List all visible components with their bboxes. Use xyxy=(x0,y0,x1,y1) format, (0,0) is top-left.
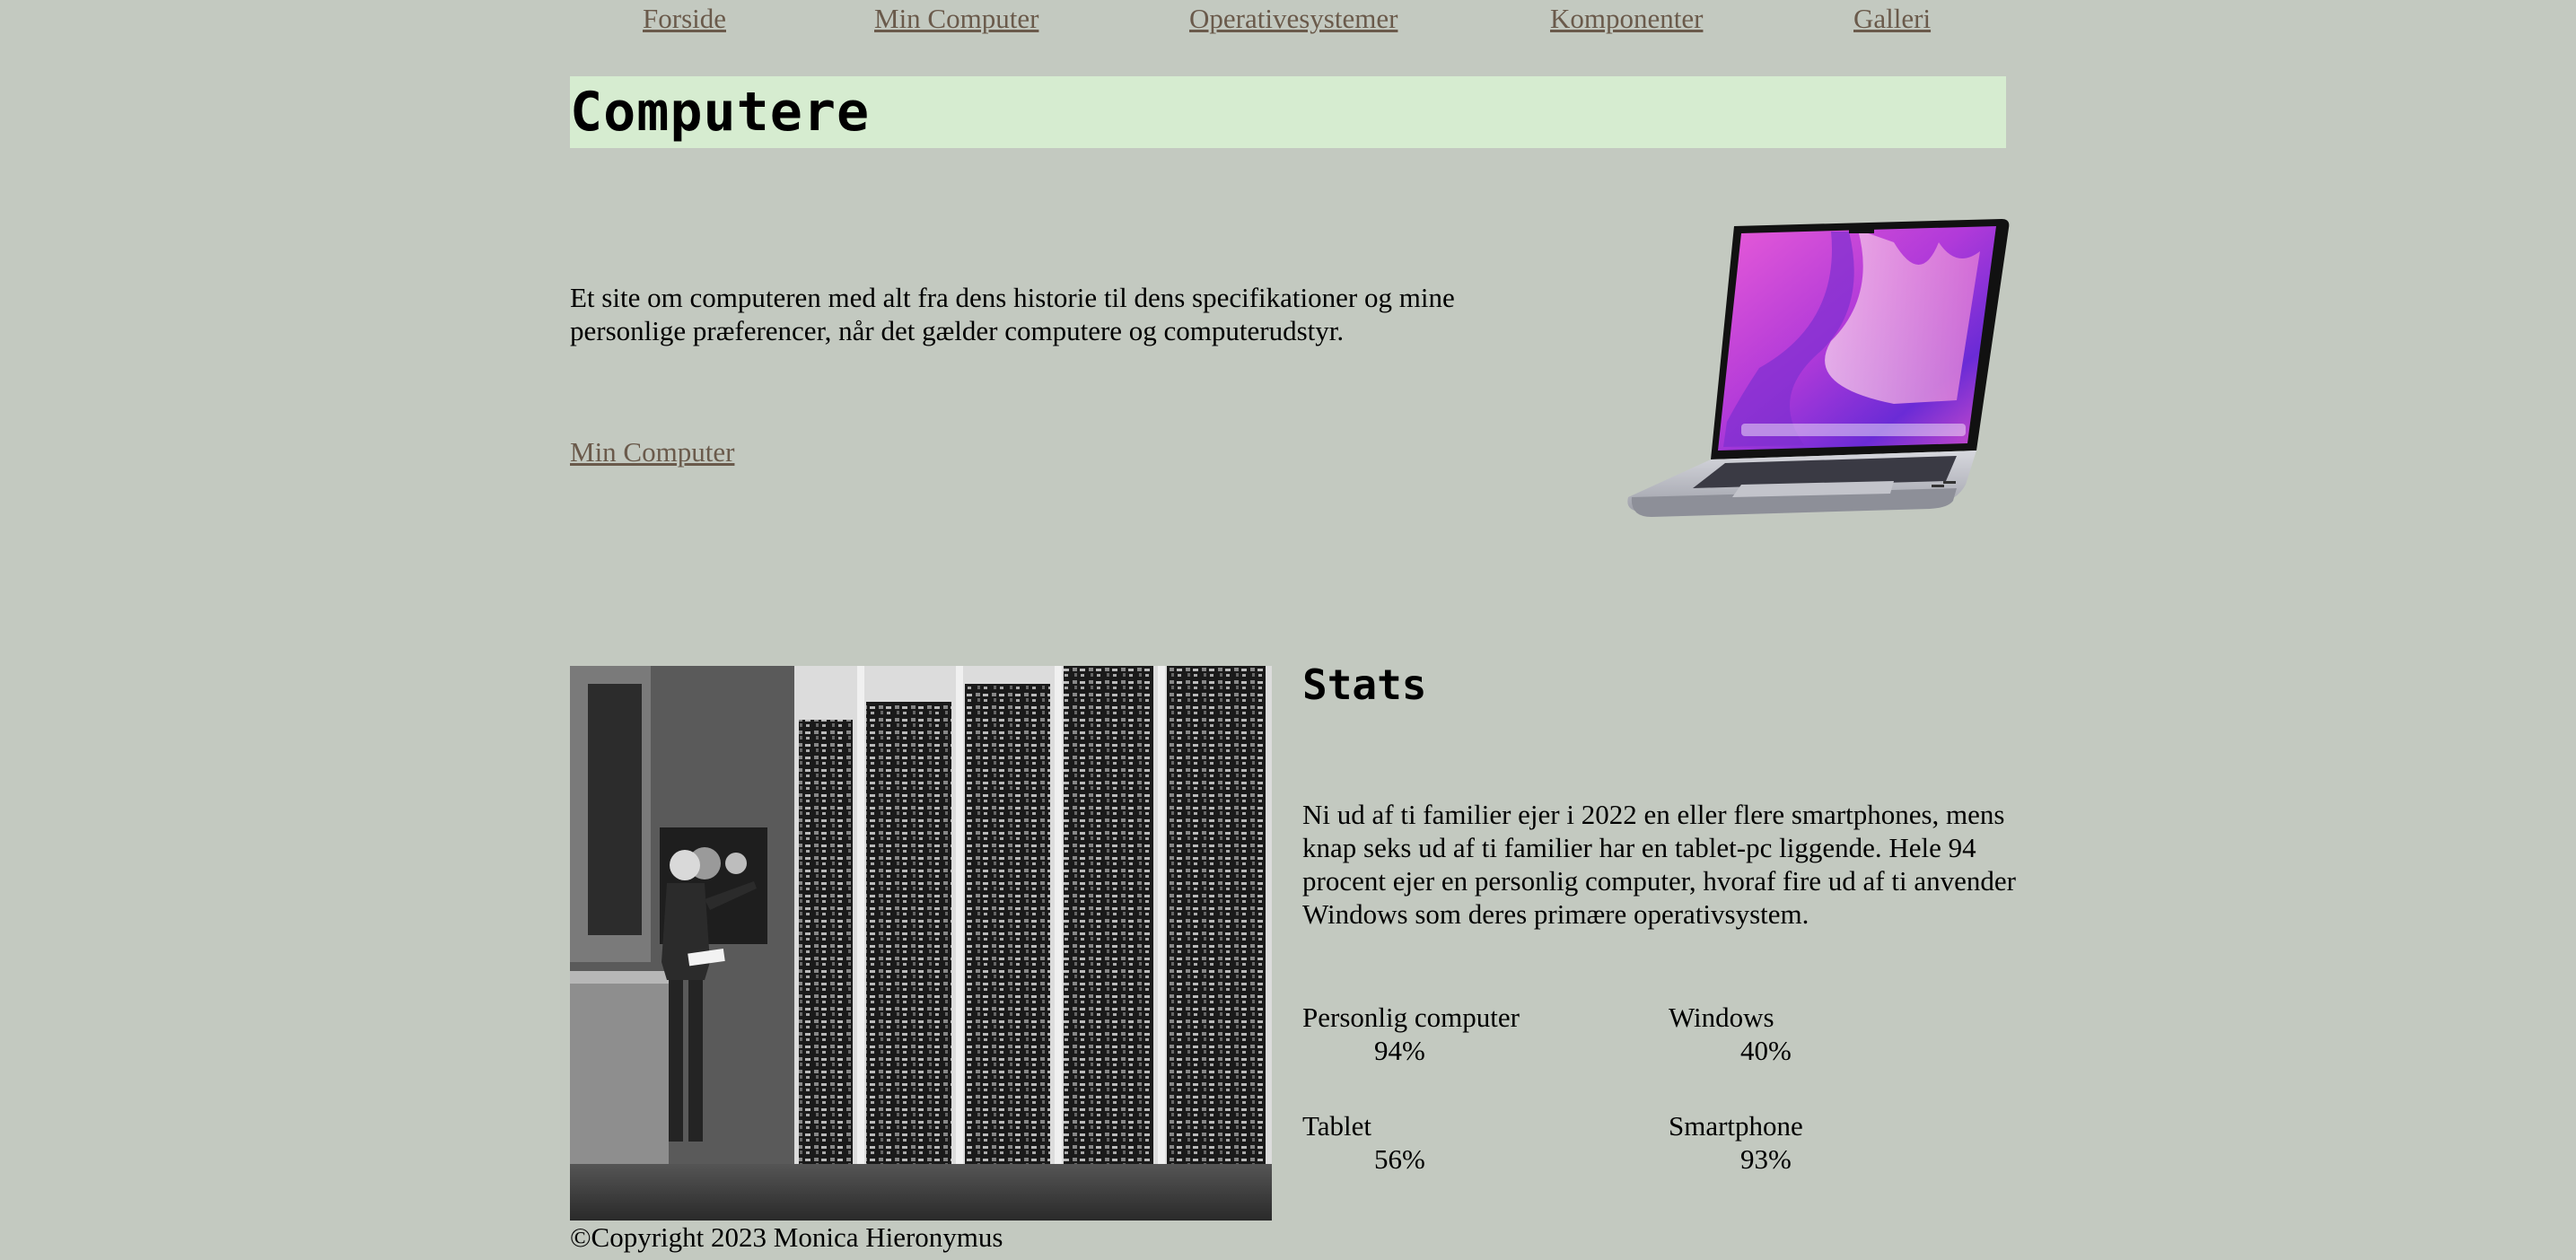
top-navigation: Forside Min Computer Operativesystemer K… xyxy=(0,2,2576,38)
stat-smartphone: Smartphone 93% xyxy=(1669,1109,2028,1176)
stat-value: 40% xyxy=(1740,1035,1792,1066)
laptop-image xyxy=(1627,219,2010,517)
stat-label: Smartphone xyxy=(1669,1110,1803,1142)
stat-value: 56% xyxy=(1374,1143,1425,1175)
stat-value: 94% xyxy=(1374,1035,1425,1066)
stats-title: Stats xyxy=(1302,661,1427,709)
intro-text: Et site om computeren med alt fra dens h… xyxy=(570,282,1455,346)
stat-windows: Windows 40% xyxy=(1669,1001,2028,1067)
min-computer-link[interactable]: Min Computer xyxy=(570,435,734,469)
page-title: Computere xyxy=(570,81,871,144)
nav-link-min-computer[interactable]: Min Computer xyxy=(874,2,1038,36)
stat-label: Personlig computer xyxy=(1302,1002,1520,1033)
stat-value: 93% xyxy=(1740,1143,1792,1175)
nav-link-operativesystemer[interactable]: Operativesystemer xyxy=(1189,2,1398,36)
server-room-photo xyxy=(570,666,1272,1221)
nav-link-galleri[interactable]: Galleri xyxy=(1853,2,1931,36)
stats-text: Ni ud af ti familier ejer i 2022 en elle… xyxy=(1302,799,2016,930)
stat-label: Windows xyxy=(1669,1002,1774,1033)
nav-link-forside[interactable]: Forside xyxy=(643,2,726,36)
footer-copyright: ©Copyright 2023 Monica Hieronymus xyxy=(570,1221,1003,1253)
stat-label: Tablet xyxy=(1302,1110,1372,1142)
title-banner: Computere xyxy=(570,76,2006,148)
stat-tablet: Tablet 56% xyxy=(1302,1109,1661,1176)
stat-personlig-computer: Personlig computer 94% xyxy=(1302,1001,1661,1067)
nav-link-komponenter[interactable]: Komponenter xyxy=(1550,2,1703,36)
